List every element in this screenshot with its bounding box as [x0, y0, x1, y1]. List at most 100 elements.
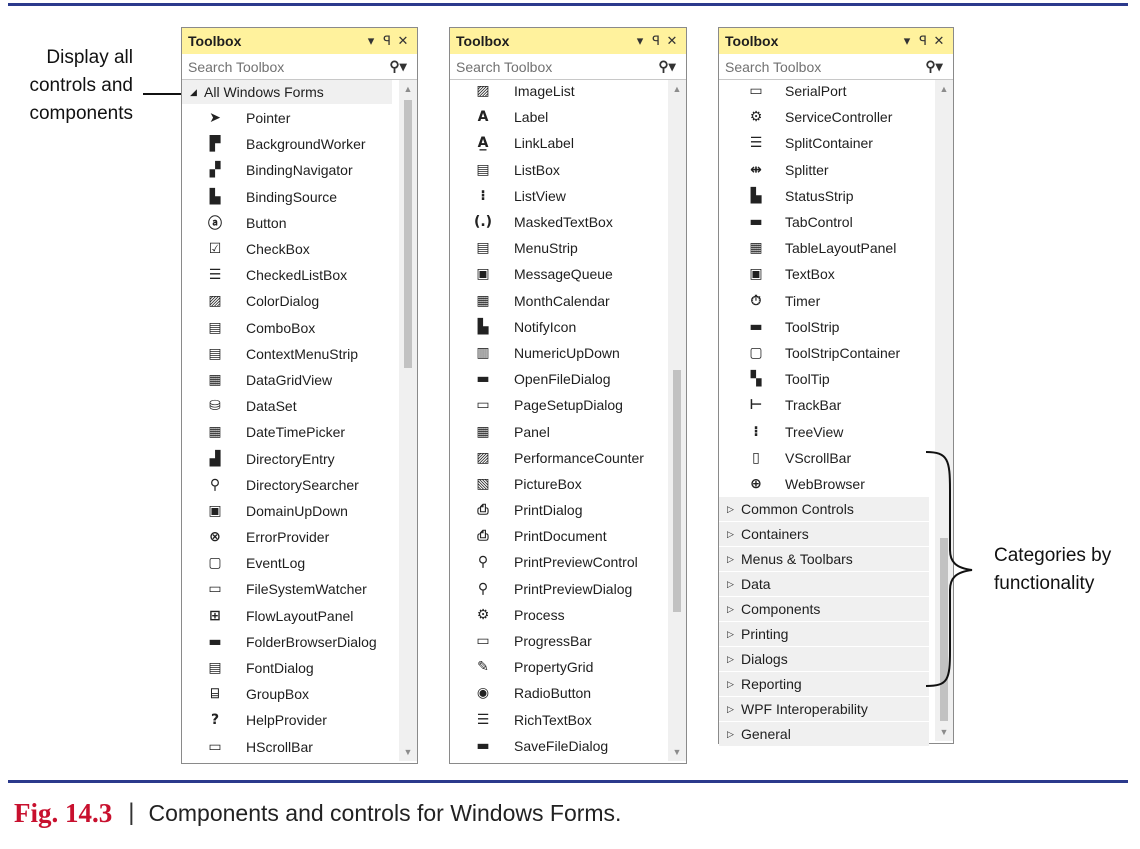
toolbox-item[interactable]: ▭ SerialPort [719, 78, 929, 104]
toolbox-item[interactable]: ▙ NotifyIcon [450, 314, 663, 340]
category-header[interactable]: ▷ Menus & Toolbars [719, 547, 929, 571]
scroll-up-arrow-icon[interactable]: ▲ [399, 80, 417, 98]
toolbox-item[interactable]: ⊕ WebBrowser [719, 471, 929, 497]
vertical-scrollbar[interactable]: ▲ ▼ [668, 80, 686, 761]
toolbox-item[interactable]: ▭ ProgressBar [450, 628, 663, 654]
toolbox-title-bar[interactable]: Toolbox ▾ ꟼ ✕ [719, 28, 953, 54]
toolbox-title-bar[interactable]: Toolbox ▾ ꟼ ✕ [182, 28, 417, 54]
toolbox-item[interactable]: ⌸ GroupBox [182, 681, 392, 707]
toolbox-item[interactable]: ▯ VScrollBar [719, 445, 929, 471]
search-icon[interactable]: ⚲▾ [654, 58, 680, 75]
toolbox-item[interactable]: A̲ LinkLabel [450, 130, 663, 156]
toolbox-item[interactable]: ▬ OpenFileDialog [450, 366, 663, 392]
scroll-up-arrow-icon[interactable]: ▲ [668, 80, 686, 98]
toolbox-item[interactable]: ▢ EventLog [182, 550, 392, 576]
toolbox-item[interactable]: ➤ Pointer [182, 105, 392, 131]
toolbox-item[interactable]: ▣ MessageQueue [450, 261, 663, 287]
category-header[interactable]: ▷ Dialogs [719, 647, 929, 671]
scroll-thumb[interactable] [673, 370, 681, 612]
toolbox-item[interactable]: ◉ RadioButton [450, 680, 663, 706]
toolbox-item[interactable]: ▤ FontDialog [182, 655, 392, 681]
dropdown-arrow-icon[interactable]: ▾ [363, 33, 379, 49]
toolbox-item[interactable]: (.) MaskedTextBox [450, 209, 663, 235]
toolbox-item[interactable]: ▦ DataGridView [182, 367, 392, 393]
close-icon[interactable]: ✕ [664, 33, 680, 49]
toolbox-item[interactable]: ▙ BindingSource [182, 184, 392, 210]
toolbox-item[interactable]: ▢ ToolStripContainer [719, 340, 929, 366]
toolbox-item[interactable]: ▣ TextBox [719, 261, 929, 287]
group-header-all-windows-forms[interactable]: ◢ All Windows Forms [182, 80, 392, 104]
toolbox-item[interactable]: ▦ Panel [450, 418, 663, 444]
search-field[interactable]: Search Toolbox ⚲▾ [450, 54, 686, 80]
toolbox-item[interactable]: ⚲ DirectorySearcher [182, 472, 392, 498]
toolbox-item[interactable]: ⎙ PrintDocument [450, 523, 663, 549]
toolbox-item[interactable]: ▦ TableLayoutPanel [719, 235, 929, 261]
toolbox-item[interactable]: ⇹ Splitter [719, 157, 929, 183]
toolbox-item[interactable]: ⛁ DataSet [182, 393, 392, 419]
toolbox-item[interactable]: ☰ CheckedListBox [182, 262, 392, 288]
toolbox-item[interactable]: ▬ SaveFileDialog [450, 733, 663, 759]
close-icon[interactable]: ✕ [931, 33, 947, 49]
toolbox-item[interactable]: ▥ NumericUpDown [450, 340, 663, 366]
toolbox-item[interactable]: ▤ ComboBox [182, 315, 392, 341]
search-icon[interactable]: ⚲▾ [921, 58, 947, 75]
toolbox-item[interactable]: ▚ ToolTip [719, 366, 929, 392]
toolbox-item[interactable]: ▧ PictureBox [450, 471, 663, 497]
category-header[interactable]: ▷ Components [719, 597, 929, 621]
pin-icon[interactable]: ꟼ [915, 33, 931, 49]
pin-icon[interactable]: ꟼ [648, 33, 664, 49]
toolbox-item[interactable]: ⁝ ListView [450, 183, 663, 209]
toolbox-item[interactable]: ▭ PageSetupDialog [450, 392, 663, 418]
category-header[interactable]: ▷ Reporting [719, 672, 929, 696]
toolbox-item[interactable]: ▭ FileSystemWatcher [182, 576, 392, 602]
toolbox-item[interactable]: ⚲ PrintPreviewControl [450, 549, 663, 575]
toolbox-item[interactable]: ⁝ TreeView [719, 418, 929, 444]
dropdown-arrow-icon[interactable]: ▾ [632, 33, 648, 49]
search-field[interactable]: Search Toolbox ⚲▾ [719, 54, 953, 80]
search-field[interactable]: Search Toolbox ⚲▾ [182, 54, 417, 80]
toolbox-item[interactable]: ⚙ Process [450, 602, 663, 628]
toolbox-title-bar[interactable]: Toolbox ▾ ꟼ ✕ [450, 28, 686, 54]
toolbox-item[interactable]: ▬ ToolStrip [719, 314, 929, 340]
category-header[interactable]: ▷ WPF Interoperability [719, 697, 929, 721]
toolbox-item[interactable]: ⊗ ErrorProvider [182, 524, 392, 550]
toolbox-item[interactable]: ⏱ Timer [719, 288, 929, 314]
toolbox-item[interactable]: ☰ SplitContainer [719, 130, 929, 156]
vertical-scrollbar[interactable]: ▲ ▼ [399, 80, 417, 761]
toolbox-item[interactable]: ▨ PerformanceCounter [450, 445, 663, 471]
toolbox-item[interactable]: ▤ ListBox [450, 157, 663, 183]
close-icon[interactable]: ✕ [395, 33, 411, 49]
toolbox-item[interactable]: ▟ DirectoryEntry [182, 445, 392, 471]
toolbox-item[interactable]: ▦ DateTimePicker [182, 419, 392, 445]
scroll-up-arrow-icon[interactable]: ▲ [935, 80, 953, 98]
toolbox-item[interactable]: ▬ TabControl [719, 209, 929, 235]
search-icon[interactable]: ⚲▾ [385, 58, 411, 75]
toolbox-item[interactable]: ⚲ PrintPreviewDialog [450, 576, 663, 602]
dropdown-arrow-icon[interactable]: ▾ [899, 33, 915, 49]
toolbox-item[interactable]: ⎙ PrintDialog [450, 497, 663, 523]
toolbox-item[interactable]: ☰ RichTextBox [450, 707, 663, 733]
toolbox-item[interactable]: ▭ HScrollBar [182, 734, 392, 760]
toolbox-item[interactable]: ▤ ContextMenuStrip [182, 341, 392, 367]
toolbox-item[interactable]: ☑ CheckBox [182, 236, 392, 262]
toolbox-item[interactable]: ▨ ColorDialog [182, 288, 392, 314]
toolbox-item[interactable]: ▤ MenuStrip [450, 235, 663, 261]
category-header[interactable]: ▷ Containers [719, 522, 929, 546]
category-header[interactable]: ▷ Data [719, 572, 929, 596]
toolbox-item[interactable]: ▨ ImageList [450, 78, 663, 104]
toolbox-item[interactable]: ▦ MonthCalendar [450, 288, 663, 314]
scroll-down-arrow-icon[interactable]: ▼ [935, 723, 953, 741]
toolbox-item[interactable]: ? HelpProvider [182, 707, 392, 733]
category-header[interactable]: ▷ Printing [719, 622, 929, 646]
toolbox-item[interactable]: ▬ FolderBrowserDialog [182, 629, 392, 655]
toolbox-item[interactable]: ▙ StatusStrip [719, 183, 929, 209]
toolbox-item[interactable]: ⓐ Button [182, 210, 392, 236]
category-header[interactable]: ▷ Common Controls [719, 497, 929, 521]
scroll-down-arrow-icon[interactable]: ▼ [399, 743, 417, 761]
scroll-down-arrow-icon[interactable]: ▼ [668, 743, 686, 761]
toolbox-item[interactable]: ▣ DomainUpDown [182, 498, 392, 524]
category-header[interactable]: ▷ General [719, 722, 929, 746]
toolbox-item[interactable]: ✎ PropertyGrid [450, 654, 663, 680]
toolbox-item[interactable]: A Label [450, 104, 663, 130]
toolbox-item[interactable]: ▛ BackgroundWorker [182, 131, 392, 157]
